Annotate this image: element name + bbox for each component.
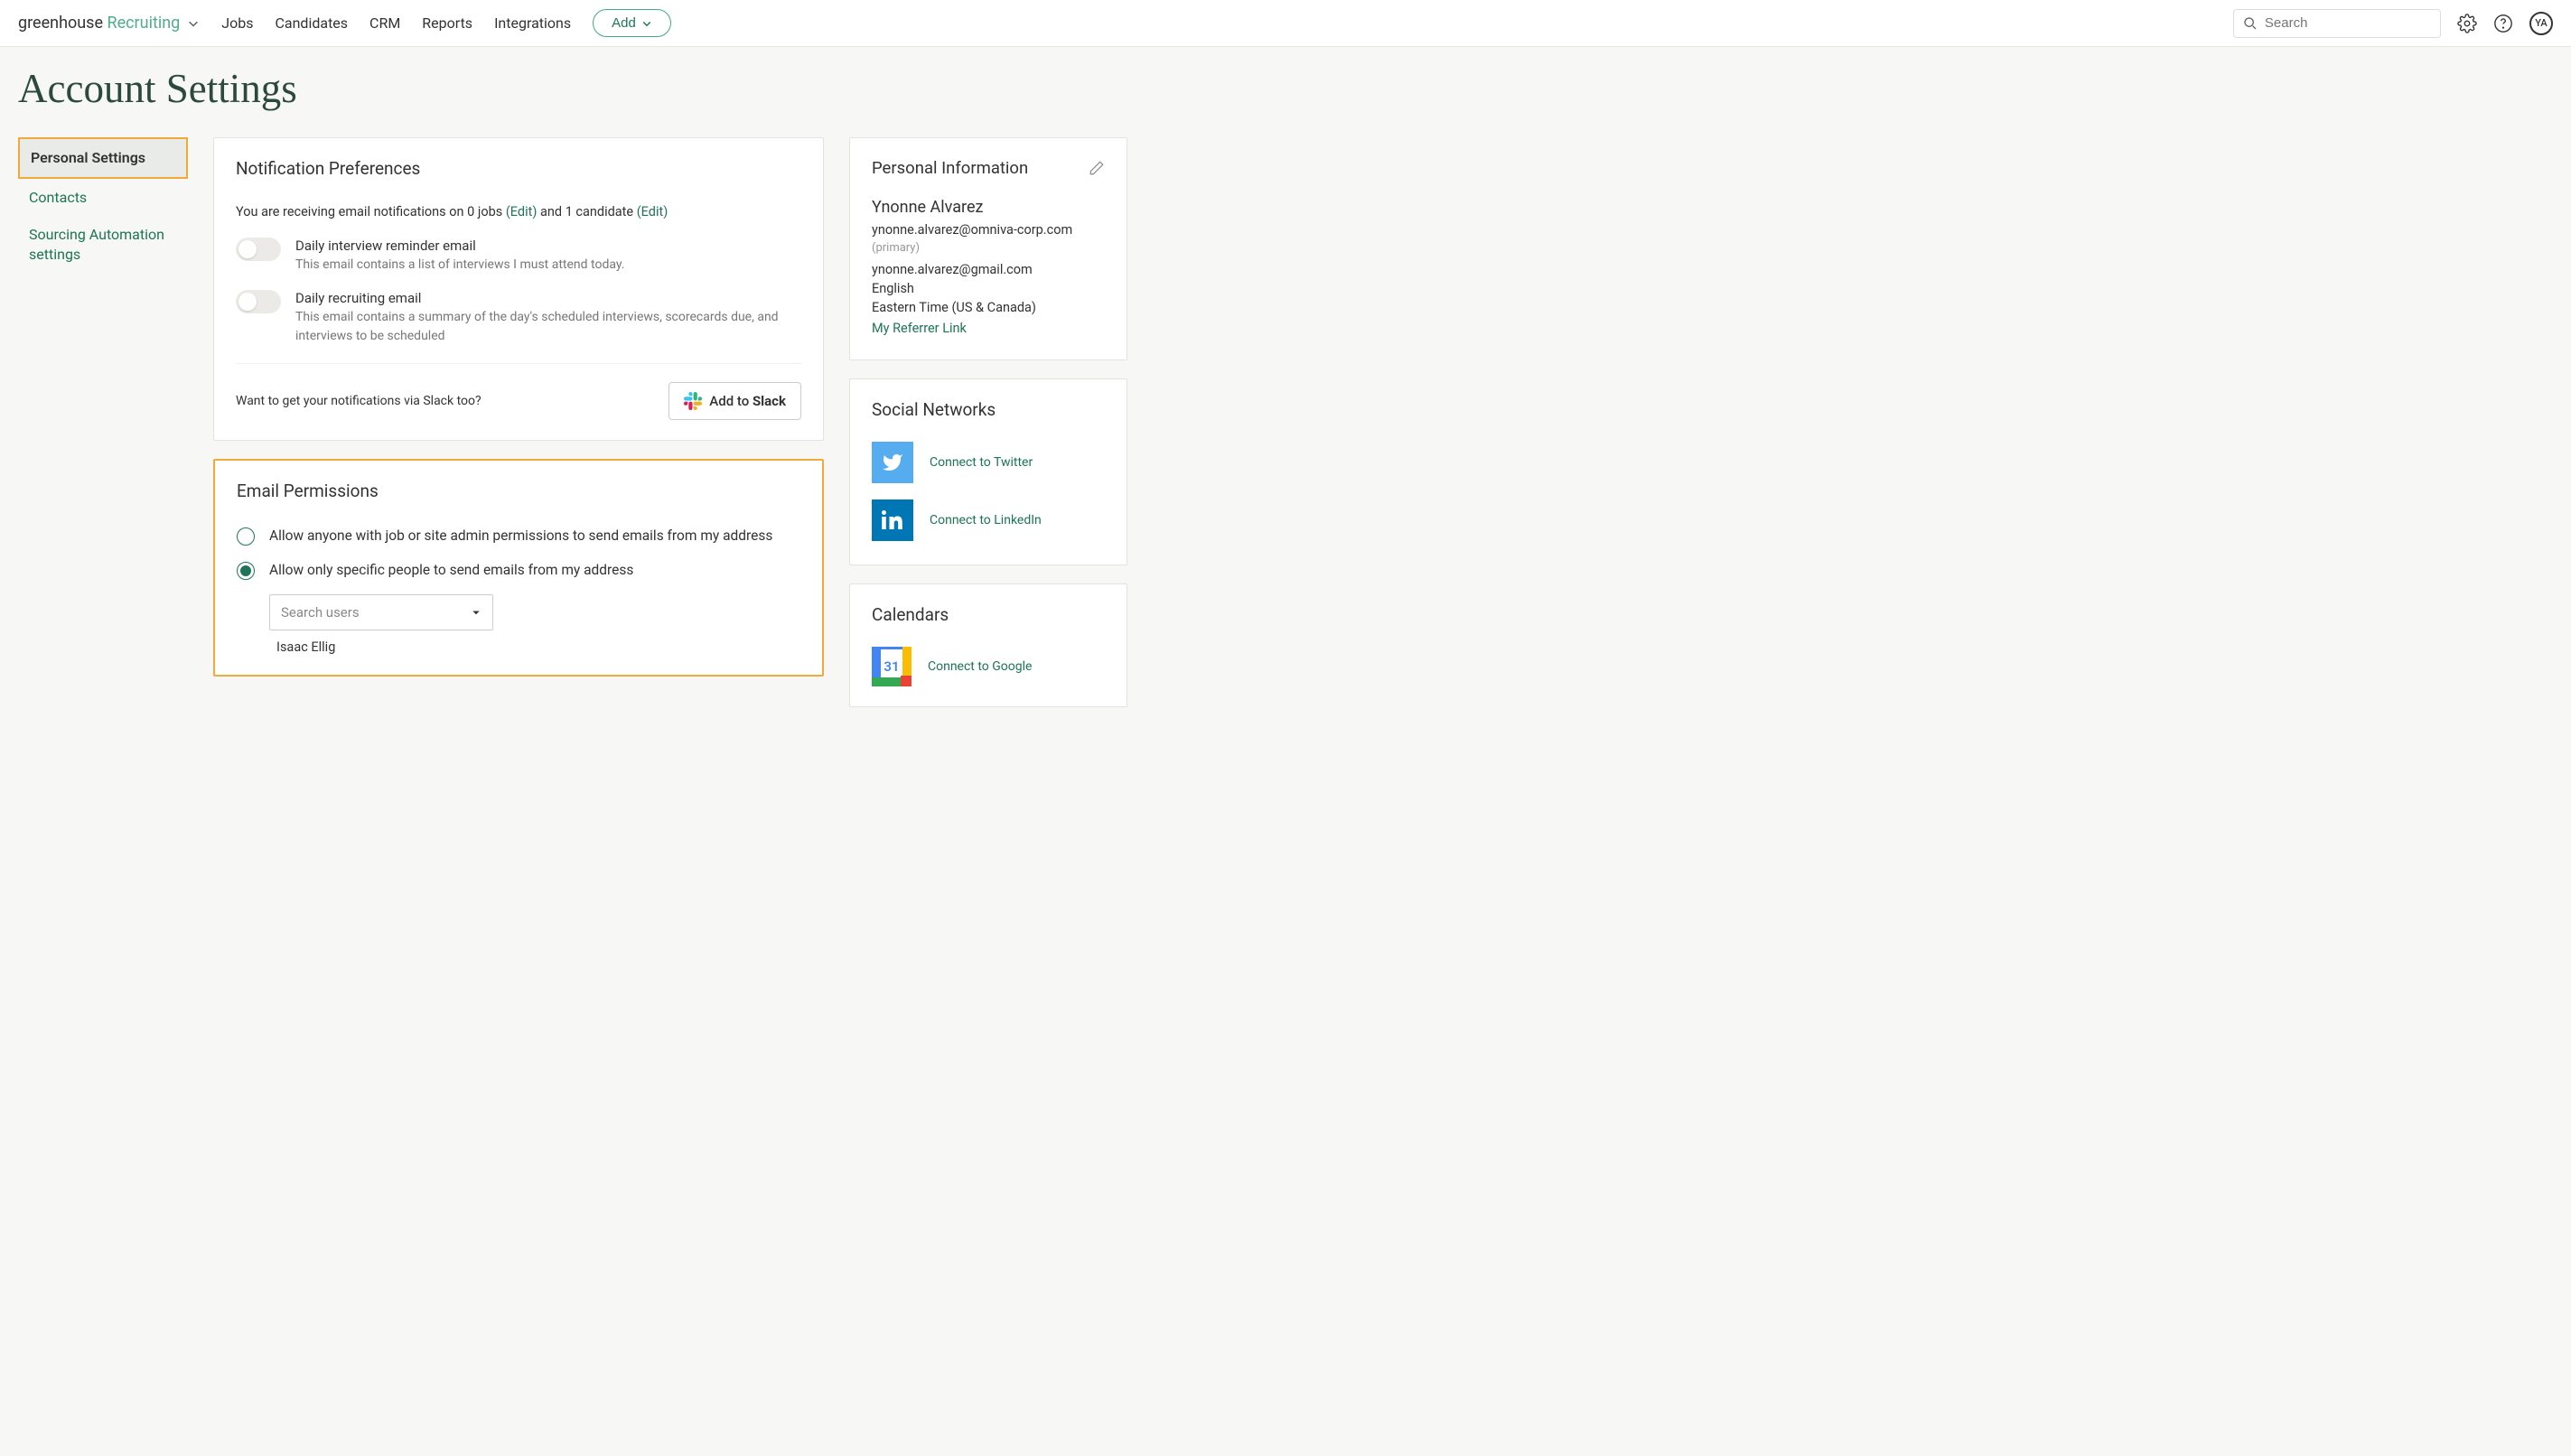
search-box[interactable] [2233,9,2441,38]
top-nav: greenhouse Recruiting Jobs Candidates CR… [0,0,2571,47]
radio-allow-anyone[interactable]: Allow anyone with job or site admin perm… [237,527,800,546]
toggle-row-daily-recruiting: Daily recruiting email This email contai… [236,290,801,345]
toggle-row-daily-interview: Daily interview reminder email This emai… [236,238,801,274]
slack-row: Want to get your notifications via Slack… [236,363,801,420]
chevron-down-icon[interactable] [187,17,200,30]
nav-crm[interactable]: CRM [369,14,400,32]
sidebar-item-personal-settings[interactable]: Personal Settings [18,137,188,179]
email-primary: ynonne.alvarez@omniva-corp.com [872,222,1105,238]
logo-word-left: greenhouse [18,14,103,33]
chevron-down-icon [641,18,652,29]
email-permissions-card: Email Permissions Allow anyone with job … [213,459,824,677]
logo-word-right: Recruiting [107,14,180,33]
notif-line-mid: and 1 candidate [537,204,636,219]
nav-reports[interactable]: Reports [422,14,472,32]
main-column: Notification Preferences You are receivi… [213,137,824,677]
sidebar: Personal Settings Contacts Sourcing Auto… [18,137,188,273]
radio-label: Allow only specific people to send email… [269,561,633,581]
toggle-text: Daily interview reminder email This emai… [295,238,624,274]
page: Account Settings Personal Settings Conta… [0,47,2571,743]
add-button[interactable]: Add [593,9,671,37]
calendars-title: Calendars [872,604,1105,625]
notif-line-prefix: You are receiving email notifications on… [236,204,506,219]
notif-title: Notification Preferences [236,158,801,179]
notif-summary: You are receiving email notifications on… [236,204,801,219]
slack-prompt: Want to get your notifications via Slack… [236,394,481,408]
social-networks-card: Social Networks Connect to Twitter Conne… [849,378,1127,565]
twitter-icon [872,442,913,483]
avatar[interactable]: YA [2529,12,2553,35]
sidebar-item-sourcing-automation[interactable]: Sourcing Automation settings [18,216,188,273]
linkedin-icon [872,499,913,541]
pencil-icon[interactable] [1089,160,1105,176]
nav-right: YA [2233,9,2553,38]
toggle-title: Daily recruiting email [295,290,801,306]
right-column: Personal Information Ynonne Alvarez ynon… [849,137,1127,707]
linkedin-row: Connect to LinkedIn [872,499,1105,541]
logo[interactable]: greenhouse Recruiting [18,14,200,33]
referrer-link[interactable]: My Referrer Link [872,321,1105,336]
radio-icon [237,562,255,580]
email-perm-title: Email Permissions [237,481,800,501]
timezone: Eastern Time (US & Canada) [872,300,1105,315]
social-title: Social Networks [872,399,1105,420]
toggle-title: Daily interview reminder email [295,238,624,254]
search-input[interactable] [2265,15,2431,31]
search-users-select[interactable]: Search users [269,594,493,630]
slack-btn-label: Add to Slack [709,393,786,409]
radio-icon [237,527,255,546]
email-secondary: ynonne.alvarez@gmail.com [872,262,1105,277]
language: English [872,281,1105,296]
twitter-row: Connect to Twitter [872,442,1105,483]
connect-google-link[interactable]: Connect to Google [928,659,1032,674]
radio-allow-specific[interactable]: Allow only specific people to send email… [237,561,800,581]
connect-twitter-link[interactable]: Connect to Twitter [930,455,1033,470]
notification-preferences-card: Notification Preferences You are receivi… [213,137,824,441]
nav-links: Jobs Candidates CRM Reports Integrations [221,14,571,32]
gear-icon[interactable] [2457,14,2477,33]
sidebar-item-contacts[interactable]: Contacts [18,179,188,217]
select-placeholder: Search users [281,604,360,621]
edit-jobs-link[interactable]: (Edit) [506,204,538,219]
personal-info-card: Personal Information Ynonne Alvarez ynon… [849,137,1127,360]
nav-integrations[interactable]: Integrations [494,14,571,32]
connect-linkedin-link[interactable]: Connect to LinkedIn [930,513,1042,527]
primary-tag: (primary) [872,241,1105,255]
nav-jobs[interactable]: Jobs [221,14,253,32]
toggle-daily-recruiting[interactable] [236,290,281,313]
toggle-desc: This email contains a summary of the day… [295,308,801,345]
toggle-text: Daily recruiting email This email contai… [295,290,801,345]
personal-info-title: Personal Information [872,158,1028,178]
selected-user: Isaac Ellig [276,639,800,655]
slack-icon [684,392,702,410]
caret-down-icon [471,607,481,618]
nav-candidates[interactable]: Candidates [275,14,348,32]
google-calendar-row: 31 Connect to Google [872,647,1105,686]
edit-candidates-link[interactable]: (Edit) [637,204,668,219]
calendars-card: Calendars 31 Connect to Google [849,583,1127,707]
user-name: Ynonne Alvarez [872,198,1105,217]
google-calendar-icon: 31 [872,647,912,686]
help-icon[interactable] [2493,14,2513,33]
add-to-slack-button[interactable]: Add to Slack [668,382,801,420]
radio-label: Allow anyone with job or site admin perm… [269,527,772,546]
toggle-daily-interview[interactable] [236,238,281,261]
page-title: Account Settings [18,65,2553,112]
toggle-desc: This email contains a list of interviews… [295,256,624,274]
search-icon [2243,15,2258,32]
add-button-label: Add [612,15,636,31]
